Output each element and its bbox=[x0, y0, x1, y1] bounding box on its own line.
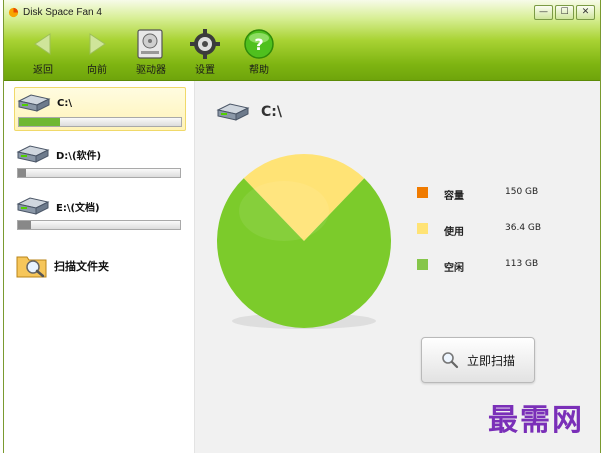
legend-name: 使用 bbox=[444, 227, 464, 238]
help-label: 帮助 bbox=[249, 65, 269, 76]
drive-label: D:\(软件) bbox=[56, 150, 102, 162]
forward-arrow-icon bbox=[78, 28, 116, 60]
toolbar: 返回 向前 驱动器 设置 ? 帮助 bbox=[14, 28, 286, 78]
drive-detail-panel: C:\ 容量 150 GB 使用 36.4 GB 空闲 113 GB 立即扫描 … bbox=[195, 81, 600, 453]
forward-button[interactable]: 向前 bbox=[70, 28, 124, 78]
drive-head: C:\ bbox=[17, 92, 72, 114]
hard-drive-icon bbox=[16, 145, 50, 163]
title-bar: Disk Space Fan 4 bbox=[8, 4, 102, 20]
usage-bar bbox=[17, 220, 181, 230]
folder-search-icon bbox=[16, 256, 47, 278]
legend-swatch bbox=[417, 259, 428, 270]
hard-drive-icon bbox=[17, 94, 51, 112]
scan-now-button[interactable]: 立即扫描 bbox=[421, 337, 535, 383]
window-controls: — ☐ ✕ bbox=[534, 5, 595, 20]
drive-sidebar: C:\ D:\(软件) E:\(文档) 扫描文件夹 bbox=[4, 81, 195, 453]
legend-used: 使用 36.4 GB bbox=[417, 223, 547, 259]
help-icon: ? bbox=[240, 28, 278, 60]
legend-name: 空闲 bbox=[444, 263, 464, 274]
drive-label: E:\(文档) bbox=[56, 202, 100, 214]
selected-drive-label: C:\ bbox=[261, 104, 282, 120]
drive-item-e[interactable]: E:\(文档) bbox=[14, 191, 186, 235]
minimize-button[interactable]: — bbox=[534, 5, 553, 20]
maximize-button[interactable]: ☐ bbox=[555, 5, 574, 20]
watermark: 最需网 bbox=[488, 403, 584, 438]
drives-label: 驱动器 bbox=[136, 65, 166, 76]
usage-pie-chart bbox=[209, 151, 399, 341]
pie-svg bbox=[217, 154, 391, 329]
toolbar-band: Disk Space Fan 4 — ☐ ✕ 返回 向前 驱动器 设置 ? 帮助 bbox=[4, 0, 600, 81]
pie-highlight bbox=[239, 181, 329, 241]
drive-head: D:\(软件) bbox=[16, 143, 101, 165]
drive-item-c[interactable]: C:\ bbox=[14, 87, 186, 131]
drive-item-d[interactable]: D:\(软件) bbox=[14, 139, 186, 183]
usage-fill bbox=[19, 118, 60, 126]
drive-head: E:\(文档) bbox=[16, 195, 100, 217]
svg-text:?: ? bbox=[254, 35, 263, 54]
settings-label: 设置 bbox=[195, 65, 215, 76]
magnifier-icon bbox=[442, 352, 459, 369]
help-button[interactable]: ? 帮助 bbox=[232, 28, 286, 78]
usage-bar bbox=[18, 117, 182, 127]
legend: 容量 150 GB 使用 36.4 GB 空闲 113 GB bbox=[417, 187, 547, 295]
scan-folder-label: 扫描文件夹 bbox=[54, 260, 109, 273]
close-button[interactable]: ✕ bbox=[576, 5, 595, 20]
hard-drive-icon bbox=[16, 197, 50, 215]
legend-swatch bbox=[417, 187, 428, 198]
forward-label: 向前 bbox=[87, 65, 107, 76]
drives-button[interactable]: 驱动器 bbox=[124, 28, 178, 78]
legend-value: 113 GB bbox=[505, 259, 539, 269]
back-label: 返回 bbox=[33, 65, 53, 76]
back-button[interactable]: 返回 bbox=[16, 28, 70, 78]
usage-fill bbox=[18, 221, 31, 229]
scan-now-label: 立即扫描 bbox=[466, 353, 515, 368]
selected-drive-header: C:\ bbox=[215, 101, 282, 123]
legend-value: 150 GB bbox=[505, 187, 539, 197]
legend-free: 空闲 113 GB bbox=[417, 259, 547, 295]
hard-drive-icon bbox=[216, 103, 250, 121]
usage-bar bbox=[17, 168, 181, 178]
gear-icon bbox=[186, 28, 224, 60]
legend-name: 容量 bbox=[444, 191, 464, 202]
app-logo-icon bbox=[8, 7, 19, 17]
legend-value: 36.4 GB bbox=[505, 223, 542, 233]
back-arrow-icon bbox=[24, 28, 62, 60]
usage-fill bbox=[18, 169, 27, 177]
drive-icon bbox=[132, 28, 170, 60]
legend-swatch bbox=[417, 223, 428, 234]
settings-button[interactable]: 设置 bbox=[178, 28, 232, 78]
app-window: Disk Space Fan 4 — ☐ ✕ 返回 向前 驱动器 设置 ? 帮助… bbox=[3, 0, 601, 453]
legend-capacity: 容量 150 GB bbox=[417, 187, 547, 223]
drive-label: C:\ bbox=[57, 97, 72, 109]
app-title: Disk Space Fan 4 bbox=[23, 6, 102, 18]
scan-folder-button[interactable]: 扫描文件夹 bbox=[16, 253, 109, 279]
